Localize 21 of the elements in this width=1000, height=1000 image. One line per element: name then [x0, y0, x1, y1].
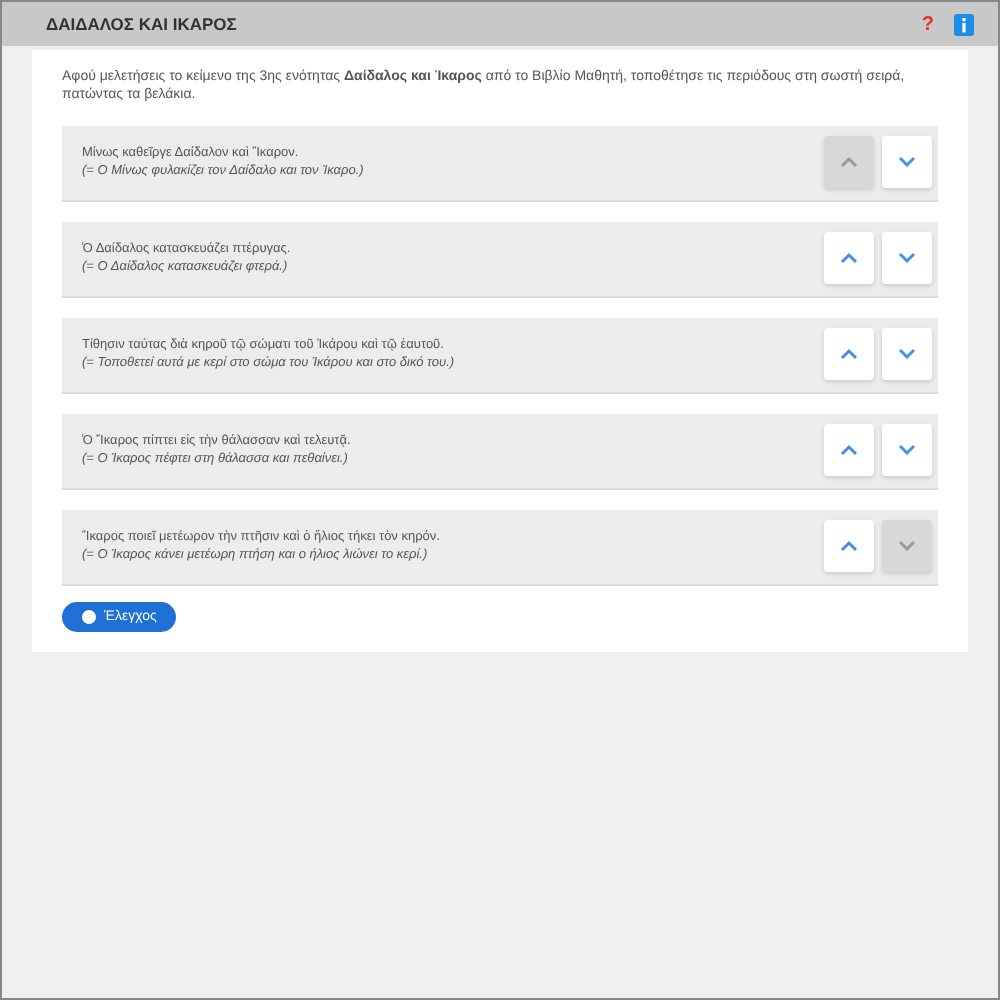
caret-down-icon	[898, 444, 916, 456]
move-down-button[interactable]	[882, 424, 932, 476]
caret-up-icon	[840, 156, 858, 168]
caret-down-icon	[898, 252, 916, 264]
caret-down-icon	[898, 156, 916, 168]
caret-up-icon	[840, 540, 858, 552]
caret-up-icon	[840, 348, 858, 360]
move-down-button[interactable]	[882, 136, 932, 188]
move-up-button[interactable]	[824, 424, 874, 476]
caret-down-icon	[898, 540, 916, 552]
info-icon[interactable]	[954, 13, 974, 35]
move-up-button[interactable]	[824, 232, 874, 284]
move-down-button[interactable]	[882, 232, 932, 284]
caret-up-icon	[840, 252, 858, 264]
move-up-button[interactable]	[824, 520, 874, 572]
caret-up-icon	[840, 444, 858, 456]
move-down-button[interactable]	[882, 328, 932, 380]
check-circle-icon	[82, 609, 96, 623]
page-title: ΔΑΙΔΑΛΟΣ ΚΑΙ ΙΚΑΡΟΣ	[46, 14, 239, 34]
move-up-button[interactable]	[824, 328, 874, 380]
caret-down-icon	[898, 348, 916, 360]
